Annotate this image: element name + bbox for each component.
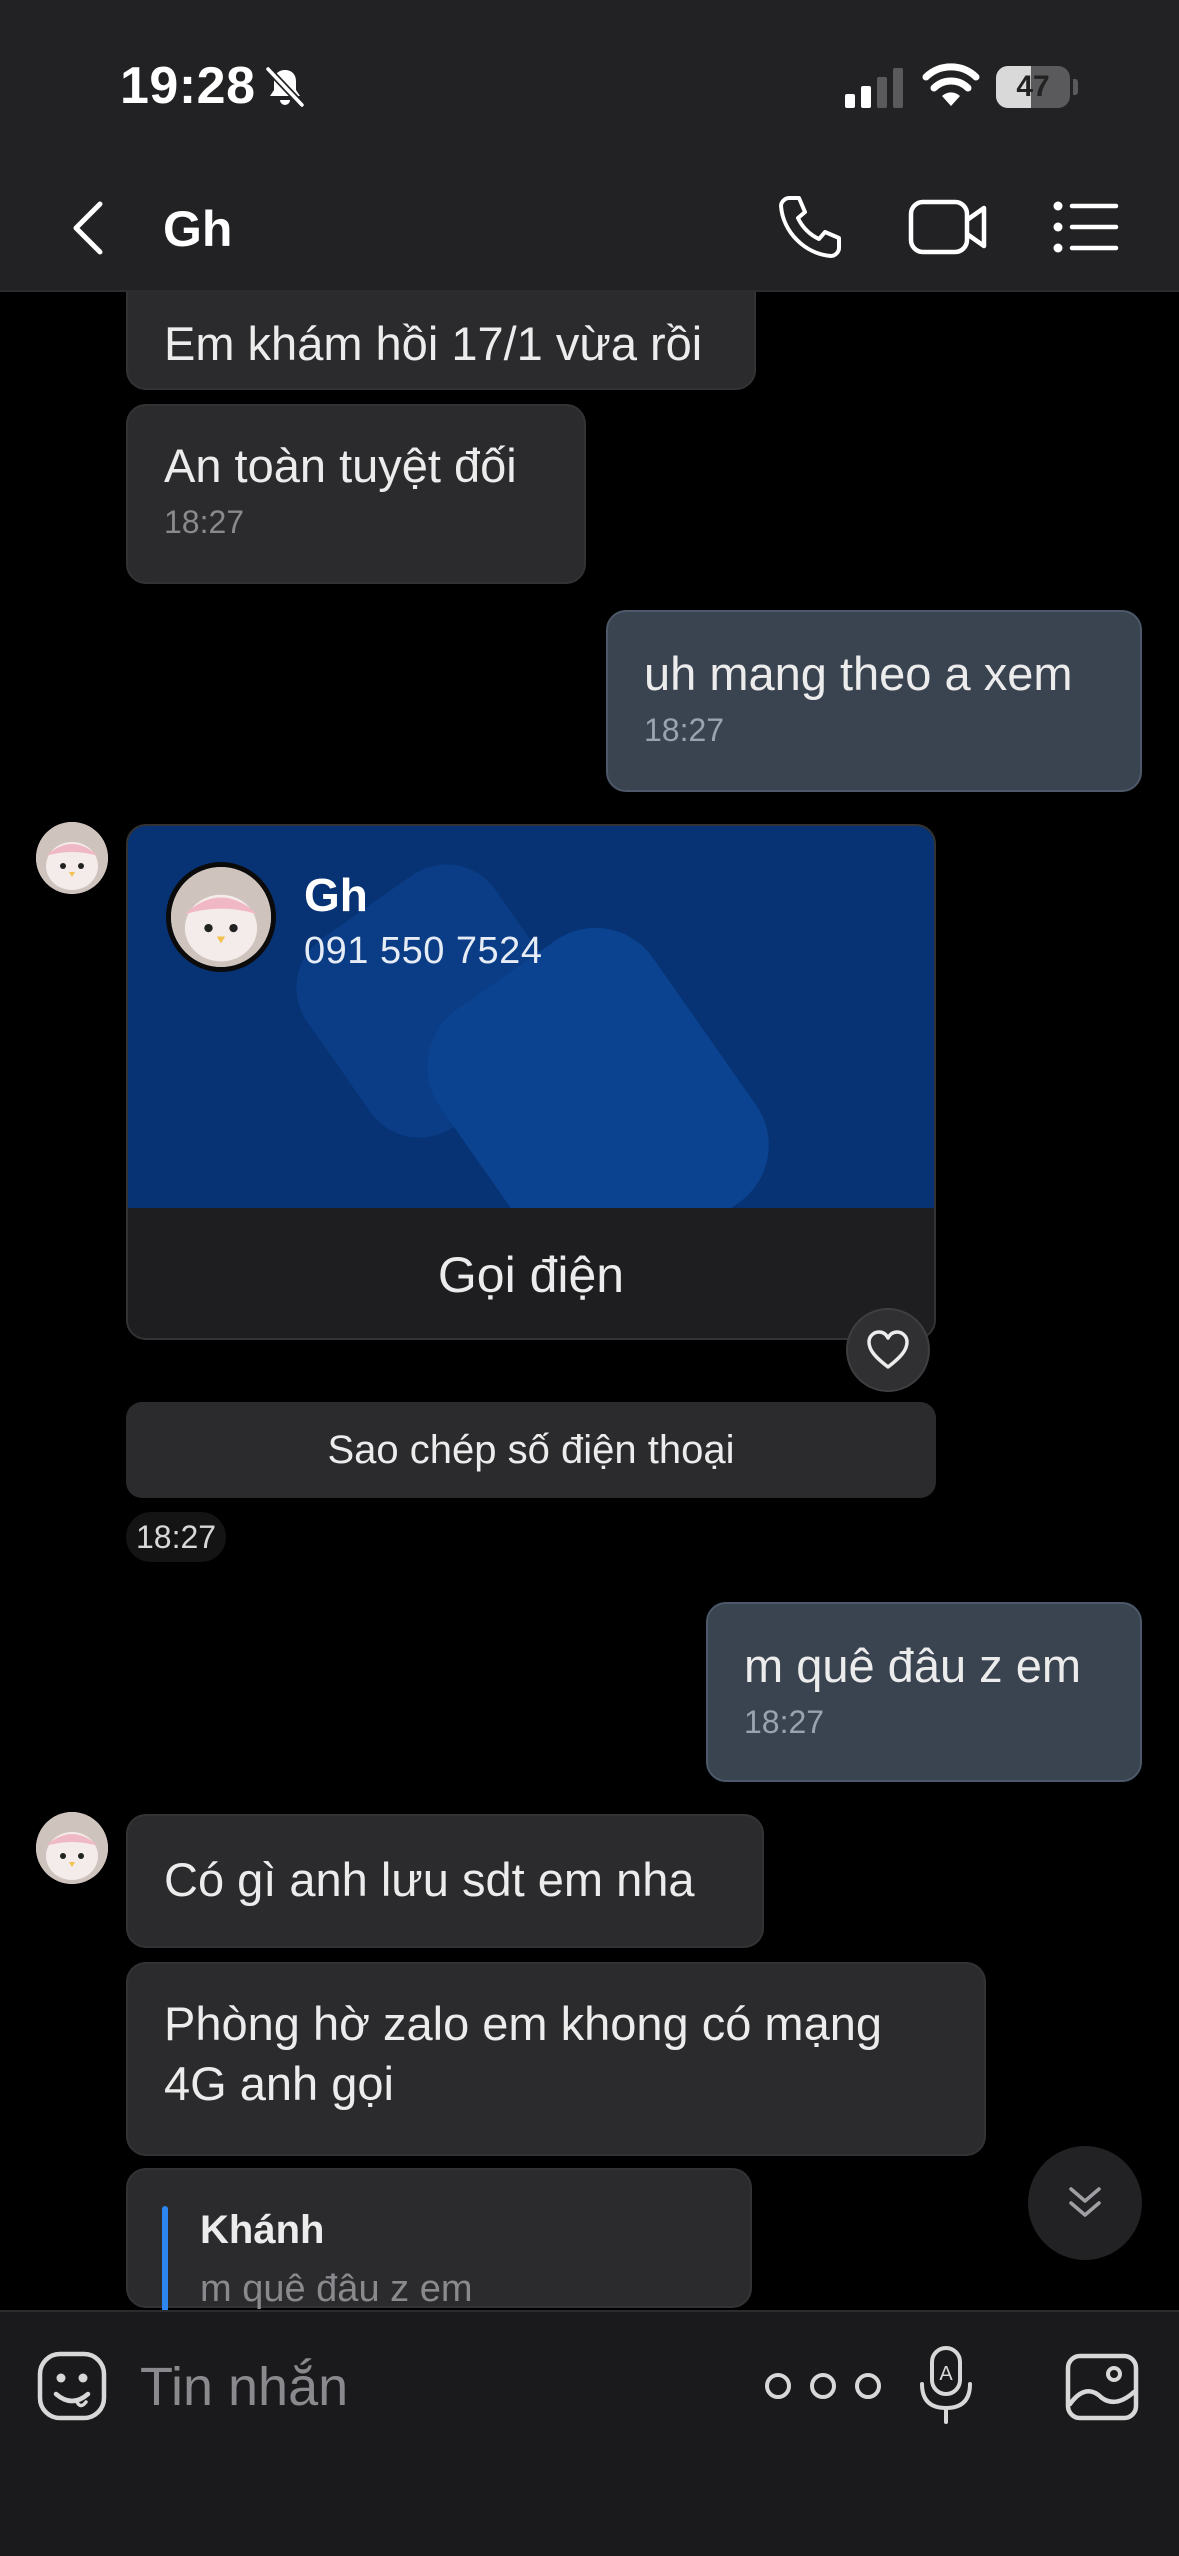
my-message-bubble[interactable]: uh mang theo a xem 18:27	[606, 610, 1142, 792]
chat-screen: 19:28 47 Gh Em khám hồi 17/1 vừa rồi An …	[0, 0, 1179, 2556]
message-time: 18:27	[126, 1512, 227, 1562]
message-text: m quê đâu z em	[744, 1639, 1082, 1692]
reply-quoted-text: m quê đâu z em	[200, 2268, 473, 2310]
list-icon[interactable]	[1052, 192, 1122, 262]
status-time: 19:28	[120, 57, 256, 115]
reply-message-bubble[interactable]: Khánh m quê đâu z em	[126, 2168, 752, 2316]
message-input[interactable]	[140, 2342, 700, 2432]
avatar[interactable]	[36, 822, 108, 894]
wifi-icon	[922, 63, 980, 106]
back-icon	[73, 201, 103, 255]
chevrons-down-icon	[1069, 2187, 1101, 2217]
heart-icon	[867, 1330, 909, 1369]
message-bubble[interactable]: Có gì anh lưu sdt em nha	[126, 1814, 764, 1948]
back-button[interactable]	[58, 190, 118, 266]
more-icon[interactable]	[758, 2366, 888, 2406]
svg-text:A: A	[939, 2363, 953, 2385]
bell-off-icon	[265, 66, 305, 108]
reply-author: Khánh	[200, 2208, 325, 2252]
message-text: Em khám hồi 17/1 vừa rồi	[164, 317, 703, 370]
emoji-icon[interactable]	[36, 2350, 108, 2422]
chat-title[interactable]: Gh	[163, 200, 232, 258]
image-icon[interactable]	[1064, 2352, 1140, 2422]
reply-quote-bar	[162, 2206, 168, 2316]
my-message-bubble[interactable]: m quê đâu z em 18:27	[706, 1602, 1142, 1782]
message-text: Phòng hờ zalo em khong có mạng 4G anh gọ…	[164, 1997, 882, 2110]
avatar-image	[36, 822, 108, 894]
composer-bar: A	[0, 2310, 1179, 2556]
message-bubble[interactable]: Phòng hờ zalo em khong có mạng 4G anh gọ…	[126, 1962, 986, 2156]
avatar-image	[36, 1812, 108, 1884]
top-bar: 19:28 47 Gh	[0, 0, 1179, 292]
contact-avatar	[166, 862, 276, 972]
contact-name: Gh	[304, 869, 368, 921]
battery-level: 47	[1016, 70, 1050, 103]
avatar[interactable]	[36, 1812, 108, 1884]
message-time: 18:27	[644, 712, 725, 748]
phone-icon[interactable]	[775, 192, 845, 262]
react-button[interactable]	[846, 1308, 930, 1392]
signal-icon	[845, 68, 903, 108]
message-time: 18:27	[164, 504, 245, 540]
message-time: 18:27	[744, 1704, 825, 1740]
message-text: Có gì anh lưu sdt em nha	[164, 1853, 695, 1906]
message-text: uh mang theo a xem	[644, 647, 1073, 700]
contact-phone: 091 550 7524	[304, 930, 543, 972]
copy-phone-button[interactable]: Sao chép số điện thoại	[126, 1402, 936, 1498]
battery-icon: 47	[996, 66, 1078, 108]
scroll-to-bottom-button[interactable]	[1028, 2146, 1142, 2260]
video-icon[interactable]	[908, 192, 988, 262]
call-contact-button[interactable]: Gọi điện	[128, 1208, 934, 1338]
message-bubble[interactable]: An toàn tuyệt đối 18:27	[126, 404, 586, 584]
contact-card[interactable]: Gh 091 550 7524 Gọi điện	[126, 824, 936, 1340]
mic-icon[interactable]: A	[916, 2344, 976, 2428]
message-text: An toàn tuyệt đối	[164, 439, 517, 492]
contact-card-header: Gh 091 550 7524	[128, 826, 934, 1208]
